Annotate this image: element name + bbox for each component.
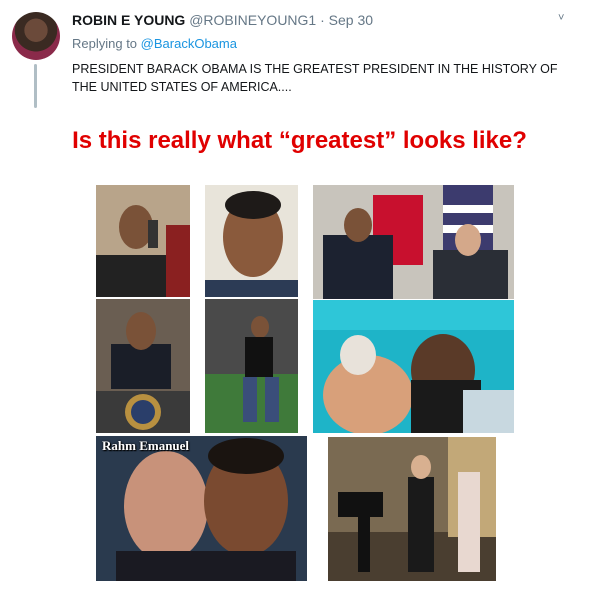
chevron-down-icon[interactable]: ˅ [558,12,564,24]
photo-bow [328,437,496,581]
photo-podium [96,299,190,433]
separator-dot: · [320,12,325,28]
photo-phone-call [96,185,190,297]
tweet-date[interactable]: Sep 30 [329,12,373,28]
photo-boat [313,300,514,433]
display-name[interactable]: ROBIN E YOUNG [72,12,185,28]
rahm-caption: Rahm Emanuel [102,438,190,453]
image-headline: Is this really what “greatest” looks lik… [72,127,527,154]
thread-line [34,64,37,108]
photo-smile [205,185,298,297]
photo-rahm-emanuel: Rahm Emanuel [96,436,307,581]
tweet-text: PRESIDENT BARACK OBAMA IS THE GREATEST P… [72,62,558,94]
replying-to: Replying to @BarackObama [72,36,237,51]
avatar[interactable] [12,12,60,60]
tweet-header: ROBIN E YOUNG @ROBINEYOUNG1 · Sep 30 [72,12,373,28]
photo-cuba-flags [313,185,514,299]
user-handle[interactable]: @ROBINEYOUNG1 [189,12,316,28]
photo-first-pitch [205,299,298,433]
replying-prefix: Replying to [72,36,138,51]
replying-to-link[interactable]: @BarackObama [141,36,237,51]
